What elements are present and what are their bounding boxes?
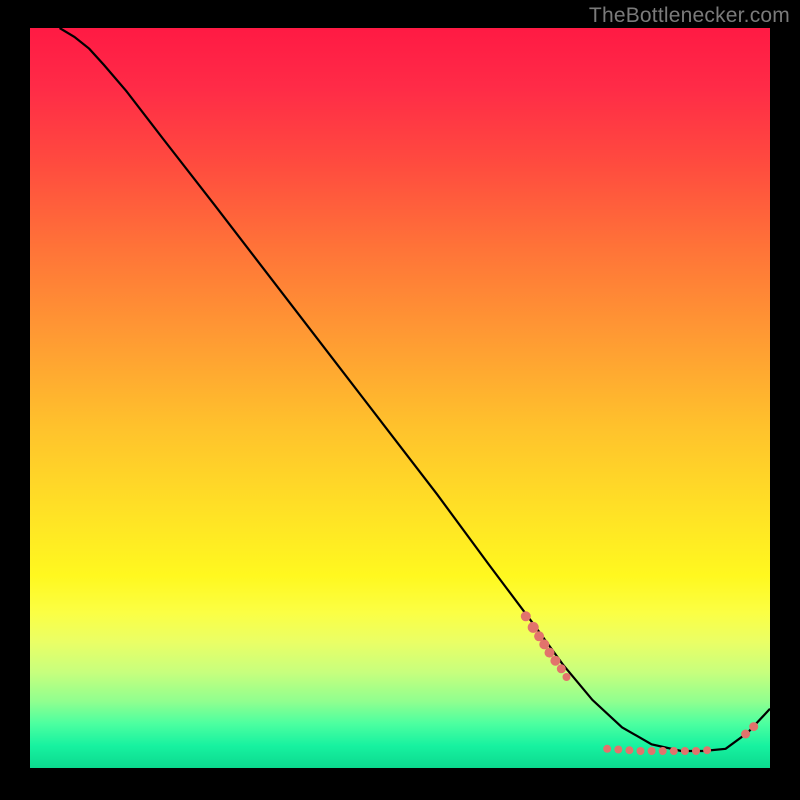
data-point: [528, 622, 539, 633]
data-point: [557, 664, 566, 673]
data-point: [659, 747, 667, 755]
bottleneck-curve: [60, 28, 770, 751]
data-point: [614, 746, 622, 754]
data-point: [741, 730, 750, 739]
data-point: [550, 656, 560, 666]
data-point: [625, 746, 633, 754]
data-point: [648, 747, 656, 755]
data-point: [545, 648, 555, 658]
data-point: [670, 747, 678, 755]
plot-area: [30, 28, 770, 768]
data-point: [703, 746, 711, 754]
data-points: [521, 611, 758, 755]
data-point: [563, 673, 571, 681]
data-point: [749, 722, 758, 731]
data-point: [637, 747, 645, 755]
watermark-text: TheBottlenecker.com: [589, 4, 790, 28]
chart-svg: [30, 28, 770, 768]
data-point: [681, 747, 689, 755]
data-point: [603, 745, 611, 753]
data-point: [692, 747, 700, 755]
data-point: [521, 611, 531, 621]
chart-container: TheBottlenecker.com: [0, 0, 800, 800]
